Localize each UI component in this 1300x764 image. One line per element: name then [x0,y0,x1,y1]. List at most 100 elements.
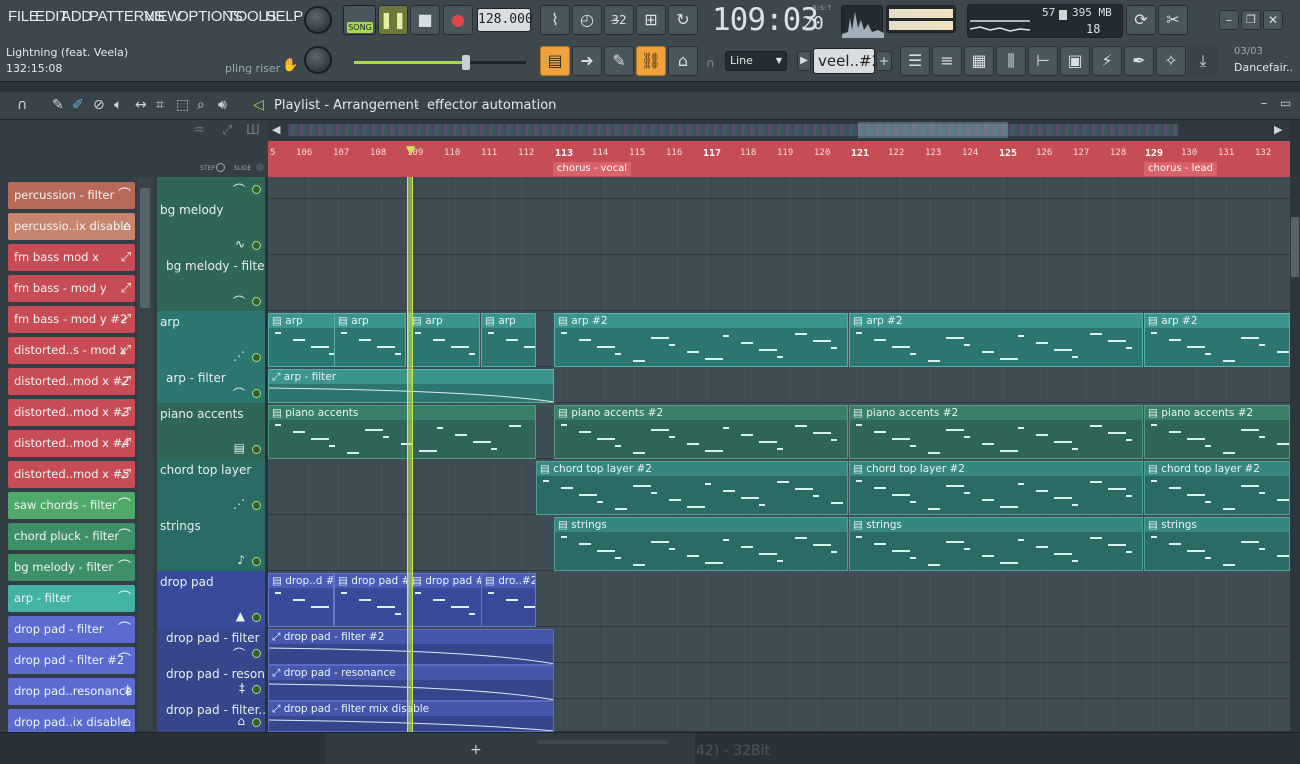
plugin-icon[interactable]: ⚡ [1092,46,1122,76]
picker-item[interactable]: distorted..mod x #2 ⤢ [8,368,135,395]
track-enable-led[interactable] [252,501,261,510]
mute-tool-icon[interactable]: 🔈︎ [114,97,122,113]
metronome-icon[interactable]: ⌇ [540,5,570,35]
picker-item[interactable]: distorted..s - mod x ⤢ [8,337,135,364]
playback-tool-icon[interactable]: 🔊︎ [218,97,227,113]
pattern-prev-icon[interactable]: ▶ [797,51,811,71]
piano-roll-icon[interactable]: ≡ [932,46,962,76]
playlist-clip[interactable]: ▤ strings [554,517,848,571]
project-browser-icon[interactable]: ▣ [1060,46,1090,76]
master-pitch-knob[interactable] [304,46,332,74]
playlist-clip[interactable]: ▤ drop pad #2 [334,573,408,627]
minimize-icon[interactable]: – [1261,96,1267,110]
picker-item[interactable]: chord pluck - filter ⌒ [8,523,135,550]
playlist-clip[interactable]: ▤ arp #2 [849,313,1143,367]
countdown-icon[interactable]: 3̶2 [604,5,634,35]
arrangement-grid[interactable]: ▤ arp ▤ arp ▤ arp ▤ arp ▤ arp #2 ▤ arp #2 ▤ ar… [268,177,1290,732]
track-lane[interactable] [268,177,1290,199]
playlist-clip[interactable]: ▤ strings [849,517,1143,571]
overview-viewport[interactable] [858,122,1008,138]
pause-button[interactable]: ❚❚ [378,5,408,35]
browser-icon[interactable]: ☰ [900,46,930,76]
draw-tool-icon[interactable]: ✎ [52,97,64,113]
track-header[interactable]: strings ♪ [157,515,265,571]
picker-item[interactable]: drop pad - filter ⌒ [8,616,135,643]
track-lane[interactable] [268,255,1290,311]
playlist-clip[interactable]: ▤ chord top layer #2 [1144,461,1290,515]
menu-view[interactable]: VIEW [144,8,181,25]
tree-icon[interactable]: ⊢ [1028,46,1058,76]
picker-item[interactable]: arp - filter ⌒ [8,585,135,612]
marker-chorus-lead[interactable]: chorus - lead [1144,162,1217,176]
picker-item[interactable]: bg melody - filter ⌒ [8,554,135,581]
loop-record-icon[interactable]: ↻ [668,5,698,35]
track-enable-led[interactable] [252,241,261,250]
pattern-selector[interactable]: veel..#2 [813,48,875,74]
playlist-clip[interactable]: ▤ strings [1144,517,1290,571]
add-pattern-icon[interactable]: + [876,51,892,71]
menu-file[interactable]: FILE [8,8,39,25]
track-header[interactable]: drop pad - filter... ⌂ [157,699,265,732]
track-enable-led[interactable] [252,613,261,622]
panic-icon[interactable]: ✂ [1158,5,1188,35]
maximize-icon[interactable]: ▭ [1280,96,1291,110]
playlist-clip[interactable]: ▤ arp [408,313,480,367]
playlist-clip[interactable]: ▤ arp #2 [554,313,848,367]
menu-help[interactable]: HELP [265,8,303,25]
pen-tool-icon[interactable]: ✒ [1124,46,1154,76]
playlist-clip[interactable]: ▤ dro..#2 [481,573,536,627]
track-header[interactable]: piano accents ▤ [157,403,265,459]
slip-tool-icon[interactable]: ↔ [135,97,147,113]
playlist-clip[interactable]: ▤ drop..d #2 [268,573,334,627]
channel-rack-icon[interactable]: ▦ [964,46,994,76]
minimize-icon[interactable]: – [1219,10,1239,30]
picker-item[interactable]: distorted..mod x #3 ⤢ [8,399,135,426]
playlist-clip[interactable]: ▤ drop pad #2 [408,573,482,627]
mixer-icon[interactable]: ⫼ [996,46,1026,76]
track-enable-led[interactable] [252,649,261,658]
brush-icon[interactable]: ✎ [604,46,634,76]
vertical-scroll-thumb[interactable] [1291,217,1299,277]
record-button[interactable]: ● [443,5,473,35]
track-enable-led[interactable] [252,353,261,362]
track-header[interactable]: drop pad - resona...‡ [157,663,265,699]
track-enable-led[interactable] [252,557,261,566]
picker-item[interactable]: fm bass - mod y #2 ⤢ [8,306,135,333]
playlist-clip[interactable]: ▤ chord top layer #2 [849,461,1143,515]
master-slider-handle[interactable] [462,55,470,70]
slide-toggle[interactable] [256,163,264,171]
track-header[interactable]: drop pad - filter ⌒ [157,627,265,663]
close-icon[interactable]: ✕ [1263,10,1283,30]
picker-item[interactable]: fm bass - mod y ⤢ [8,275,135,302]
link-icon[interactable]: ⛓ [636,46,666,76]
picker-item[interactable]: drop pad - filter #2 ⌒ [8,647,135,674]
add-icon[interactable]: + [470,742,482,758]
arrow-icon[interactable]: ➜ [572,46,602,76]
picker-item[interactable]: percussion - filter ⌒ [8,182,135,209]
track-header[interactable]: bg melody ∿ [157,199,265,255]
wait-input-icon[interactable]: ◴ [572,5,602,35]
picker-scrollbar[interactable] [137,178,153,730]
typing-keyboard-icon[interactable]: ⌂ [668,46,698,76]
snap-selector[interactable]: Line ▼ [725,51,787,71]
picker-item[interactable]: drop pad..resonance ‡ [8,678,135,705]
slice-tool-icon[interactable]: ⌗ [156,97,164,113]
delete-tool-icon[interactable]: ⊘ [93,97,105,113]
playlist-icon[interactable]: ▤ [540,46,570,76]
stop-button[interactable]: ■ [410,5,440,35]
step-toggle[interactable] [216,163,225,172]
menu-add[interactable]: ADD [61,8,92,25]
playhead-marker-icon[interactable]: ▼ [406,143,415,157]
playhead[interactable] [407,177,413,732]
master-slider[interactable] [354,55,526,70]
playlist-clip[interactable]: ▤ piano accents #2 [554,405,848,459]
playlist-clip[interactable]: ▤ piano accents #2 [849,405,1143,459]
picker-scroll-thumb[interactable] [140,188,150,308]
track-header[interactable]: chord top layer ⋰ [157,459,265,515]
track-enable-led[interactable] [252,389,261,398]
track-lane[interactable] [268,199,1290,255]
track-header[interactable]: bg melody - filter ⌒ [157,255,265,311]
select-tool-icon[interactable]: ⬚ [176,97,189,113]
playlist-clip[interactable]: ▤ chord top layer #2 [536,461,848,515]
track-enable-led[interactable] [252,718,261,727]
